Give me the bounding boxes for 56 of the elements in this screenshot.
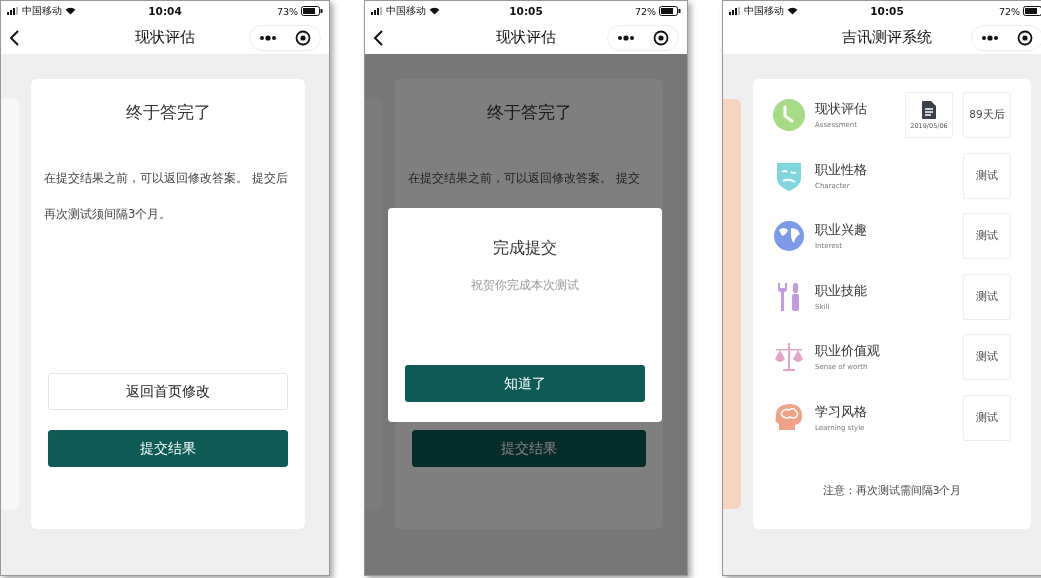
test-button[interactable]: 测试 [963,273,1011,320]
more-icon[interactable] [981,34,998,41]
close-target-icon[interactable] [294,29,311,46]
document-icon [922,100,936,119]
status-time: 10:05 [870,5,904,17]
test-button[interactable]: 测试 [963,394,1011,441]
wifi-icon [429,7,440,15]
battery-percent: 73% [276,5,298,17]
battery-percent: 72% [634,5,656,17]
more-icon[interactable] [259,34,276,41]
carrier-name: 中国移动 [744,4,784,18]
countdown-button[interactable]: 89天后 [963,92,1011,139]
page-title: 现状评估 [496,28,556,47]
close-target-icon[interactable] [652,29,669,46]
wifi-icon [787,7,798,15]
card-heading: 终于答完了 [124,101,212,124]
battery-icon [301,6,323,16]
battery-icon [1023,6,1041,16]
item-title: 职业技能 [815,282,868,300]
back-icon[interactable] [373,28,385,47]
card-message: 在提交结果之前，可以返回修改答案。 提交 [408,170,641,187]
submit-button[interactable]: 提交结果 [412,430,646,467]
test-button[interactable]: 测试 [963,334,1011,381]
carrier-name: 中国移动 [386,4,426,18]
item-title: 职业价值观 [815,343,881,361]
page-title: 吉讯测评系统 [842,28,932,47]
signal-icon [7,7,19,15]
item-title: 职业兴趣 [815,222,868,240]
test-button[interactable]: 测试 [963,152,1011,199]
wifi-icon [65,7,76,15]
status-time: 10:04 [148,5,182,17]
more-icon[interactable] [617,34,634,41]
item-title: 现状评估 [815,101,868,119]
interval-note: 注意：再次测试需间隔3个月 [821,484,963,498]
dialog-message: 祝贺你完成本次测试 [471,277,579,294]
scales-icon [773,341,805,374]
item-title: 职业性格 [815,161,868,179]
dialog-title: 完成提交 [493,238,557,259]
page-title: 现状评估 [135,28,195,47]
test-button[interactable]: 测试 [963,213,1011,260]
return-button[interactable]: 返回首页修改 [48,373,288,410]
signal-icon [729,7,741,15]
card-message: 在提交结果之前，可以返回修改答案。 提交后再次测试须间隔3个月。 [44,170,289,223]
submit-button[interactable]: 提交结果 [48,430,288,467]
item-title: 学习风格 [815,403,868,421]
clock-icon [773,99,805,132]
signal-icon [371,7,383,15]
battery-percent: 72% [998,5,1020,17]
card-heading: 终于答完了 [485,101,573,124]
back-icon[interactable] [9,28,21,47]
carrier-name: 中国移动 [22,4,62,18]
ok-button[interactable]: 知道了 [405,365,645,402]
globe-icon [773,220,805,253]
close-target-icon[interactable] [1016,29,1033,46]
status-time: 10:05 [509,5,543,17]
battery-icon [659,6,681,16]
